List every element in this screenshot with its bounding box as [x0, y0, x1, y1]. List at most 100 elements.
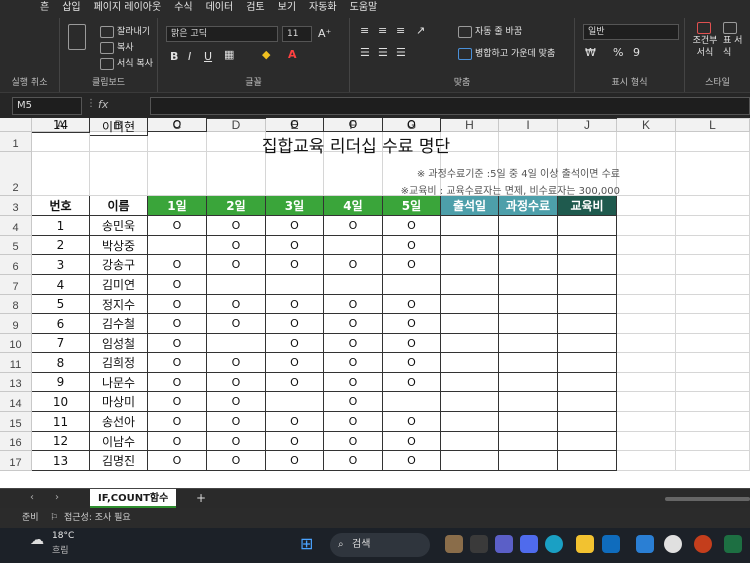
cell[interactable]	[617, 412, 676, 432]
attendance-cell[interactable]: O	[324, 432, 383, 451]
task-view-icon[interactable]	[470, 535, 488, 553]
cell[interactable]	[617, 196, 676, 216]
add-sheet-button[interactable]: +	[196, 491, 206, 505]
prev-sheet-icon[interactable]: ‹	[30, 492, 34, 503]
result-cell[interactable]	[558, 334, 617, 353]
cell[interactable]	[617, 152, 676, 196]
cell[interactable]	[148, 132, 207, 152]
grow-font-icon[interactable]: A⁺	[318, 27, 331, 40]
name-cell[interactable]: 박상중	[90, 236, 148, 255]
cell[interactable]	[676, 295, 750, 314]
row-number-cell[interactable]: 3	[32, 255, 90, 275]
attendance-cell[interactable]: O	[266, 118, 324, 132]
align-center-icon[interactable]: ☰	[378, 46, 388, 59]
cell[interactable]	[676, 255, 750, 275]
next-sheet-icon[interactable]: ›	[55, 492, 59, 503]
attendance-cell[interactable]: O	[266, 432, 324, 451]
file-explorer-icon[interactable]	[576, 535, 594, 553]
cell[interactable]	[32, 152, 90, 196]
row-number-cell[interactable]: 8	[32, 353, 90, 373]
table-header-cell[interactable]: 과정수료	[499, 196, 558, 216]
row-number-cell[interactable]: 11	[32, 412, 90, 432]
row-number-cell[interactable]: 7	[32, 334, 90, 353]
windows-start-icon[interactable]: ⊞	[300, 534, 313, 553]
attendance-cell[interactable]: O	[324, 373, 383, 392]
cell[interactable]	[558, 132, 617, 152]
result-cell[interactable]	[441, 373, 499, 392]
cell[interactable]	[90, 152, 148, 196]
row-header[interactable]: 15	[0, 412, 32, 432]
table-header-cell[interactable]: 교육비	[558, 196, 617, 216]
cell[interactable]	[617, 132, 676, 152]
chrome-icon[interactable]	[664, 535, 682, 553]
result-cell[interactable]	[499, 373, 558, 392]
name-cell[interactable]: 나문수	[90, 373, 148, 392]
result-cell[interactable]	[441, 334, 499, 353]
attendance-cell[interactable]: O	[383, 118, 441, 132]
attendance-cell[interactable]: O	[207, 373, 266, 392]
result-cell[interactable]	[558, 373, 617, 392]
attendance-cell[interactable]: O	[324, 353, 383, 373]
horizontal-scrollbar[interactable]	[665, 497, 750, 501]
column-header-h[interactable]: H	[441, 118, 499, 132]
attendance-cell[interactable]	[207, 275, 266, 295]
table-header-cell[interactable]: 3일	[266, 196, 324, 216]
border-icon[interactable]: ▦	[224, 48, 234, 61]
row-header[interactable]: 9	[0, 314, 32, 334]
row-header[interactable]: 3	[0, 196, 32, 216]
cell[interactable]	[676, 132, 750, 152]
select-all-corner[interactable]	[0, 118, 32, 132]
attendance-cell[interactable]: O	[148, 314, 207, 334]
result-cell[interactable]	[499, 353, 558, 373]
attendance-cell[interactable]: O	[383, 334, 441, 353]
attendance-cell[interactable]	[266, 392, 324, 412]
row-header[interactable]: 8	[0, 295, 32, 314]
teams-icon[interactable]	[495, 535, 513, 553]
menu-item[interactable]: 데이터	[206, 0, 234, 16]
cell[interactable]	[676, 152, 750, 196]
attendance-cell[interactable]: O	[266, 255, 324, 275]
row-number-cell[interactable]: 14	[32, 118, 90, 133]
attendance-cell[interactable]: O	[148, 451, 207, 471]
result-cell[interactable]	[441, 118, 499, 119]
cell[interactable]	[617, 451, 676, 471]
attendance-cell[interactable]: O	[148, 373, 207, 392]
menu-item[interactable]: 검토	[246, 0, 264, 16]
column-header-d[interactable]: D	[207, 118, 266, 132]
attendance-cell[interactable]: O	[207, 451, 266, 471]
format-painter-button[interactable]: 서식 복사	[100, 56, 153, 70]
attendance-cell[interactable]: O	[148, 392, 207, 412]
cell[interactable]	[499, 132, 558, 152]
cell[interactable]	[676, 451, 750, 471]
attendance-cell[interactable]: O	[383, 314, 441, 334]
attendance-cell[interactable]: O	[324, 295, 383, 314]
row-number-cell[interactable]: 10	[32, 392, 90, 412]
result-cell[interactable]	[558, 451, 617, 471]
cell[interactable]	[676, 118, 750, 119]
attendance-cell[interactable]: O	[207, 255, 266, 275]
attendance-cell[interactable]: O	[148, 255, 207, 275]
mail-icon[interactable]	[602, 535, 620, 553]
menu-item[interactable]: 보기	[278, 0, 296, 16]
row-number-cell[interactable]: 6	[32, 314, 90, 334]
attendance-cell[interactable]: O	[266, 236, 324, 255]
fill-color-icon[interactable]: ◆	[262, 48, 270, 61]
cell[interactable]	[207, 152, 266, 196]
attendance-cell[interactable]: O	[266, 334, 324, 353]
result-cell[interactable]	[499, 451, 558, 471]
spreadsheet-grid[interactable]: A B C D E F G H I J K L 1 2 3 4 5 6 7 8 9 10 11 13 14 15 16 17 번호 이름 1…	[0, 118, 750, 488]
cell[interactable]	[676, 216, 750, 236]
font-color-icon[interactable]: A	[288, 48, 297, 61]
table-header-cell[interactable]: 2일	[207, 196, 266, 216]
column-header-l[interactable]: L	[676, 118, 750, 132]
attendance-cell[interactable]: O	[148, 334, 207, 353]
menu-item[interactable]: 도움말	[350, 0, 378, 16]
comma-icon[interactable]: 9	[633, 46, 640, 59]
status-accessibility[interactable]: 접근성: 조사 필요	[64, 508, 131, 528]
column-header-j[interactable]: J	[558, 118, 617, 132]
attendance-cell[interactable]: O	[266, 373, 324, 392]
name-cell[interactable]: 김명진	[90, 451, 148, 471]
row-number-cell[interactable]: 9	[32, 373, 90, 392]
menu-item[interactable]: 삽입	[62, 0, 80, 16]
row-header[interactable]: 14	[0, 392, 32, 412]
